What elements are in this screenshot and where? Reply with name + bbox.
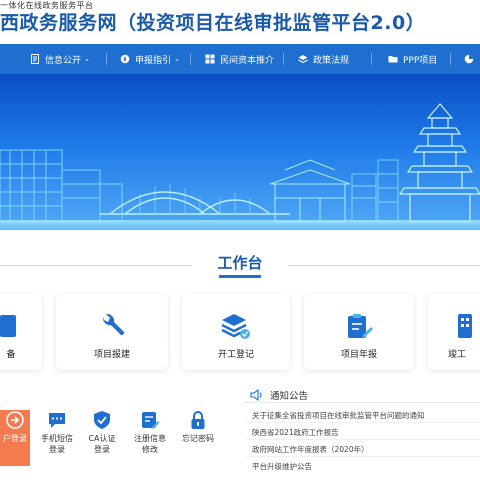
notice-divider (246, 422, 480, 423)
card-label: 备 (6, 350, 16, 360)
nav-divider (283, 53, 284, 65)
message-icon (47, 410, 67, 430)
login-item-account[interactable]: 户登录 (0, 410, 36, 444)
folder-icon (388, 56, 398, 63)
nav-item-policy[interactable]: 政策法规 (298, 44, 349, 74)
card-project-annual-report[interactable]: 项目年报 (304, 294, 414, 370)
site-header: 一体化在线政务服务平台 西政务服务网（投资项目在线审批监管平台2.0） (0, 0, 480, 44)
speaker-icon (250, 389, 262, 401)
card-completion[interactable]: 竣工 (428, 294, 480, 370)
hero-banner (0, 74, 480, 230)
pie-icon (464, 54, 474, 64)
nav-item-private-capital[interactable]: 民间资本推介 (205, 44, 274, 74)
layers-icon (298, 55, 308, 64)
card-start-registration[interactable]: 开工登记 (182, 294, 290, 370)
nav-divider (106, 53, 107, 65)
site-title[interactable]: 西政务服务网（投资项目在线审批监管平台2.0） (0, 8, 425, 35)
layers-check-icon (221, 314, 250, 339)
nav-item-more[interactable] (464, 44, 479, 74)
notice-header-divider (244, 402, 480, 403)
site-title-subtitle: （投资项目在线审批监管平台2.0） (117, 12, 426, 34)
wrench-icon (102, 313, 125, 336)
shield-check-icon (92, 410, 112, 430)
grid-icon (205, 54, 215, 64)
lock-icon (188, 410, 208, 430)
nav-item-info-public[interactable]: 信息公开 ⌄ (30, 44, 90, 74)
city-skyline-illustration (0, 103, 480, 230)
nav-divider (450, 53, 451, 65)
notice-item[interactable]: 平台升级维护公告 (252, 461, 478, 472)
nav-item-label: 民间资本推介 (220, 55, 275, 66)
edit-info-icon (140, 410, 160, 430)
login-item-edit-info[interactable]: 注册信息 修改 (129, 410, 171, 455)
notice-item[interactable]: 关于征集全省投资项目在线审批监管平台问题的通知 (252, 410, 478, 421)
building-icon (458, 314, 472, 338)
login-item-label: 户登录 (3, 434, 27, 443)
nav-item-label: 信息公开 (45, 55, 82, 66)
notice-divider (246, 439, 480, 440)
card-project-construction[interactable]: 项目报建 (56, 294, 168, 370)
main-nav: 信息公开 ⌄ 申报指引 ⌄ 民间资本推介 政策法规 PPP项目 (0, 44, 480, 74)
file-icon (0, 315, 16, 337)
login-item-label: 手机短信 登录 (41, 434, 73, 454)
nav-divider (371, 53, 372, 65)
notice-title: 通知公告 (270, 391, 309, 402)
nav-item-label: PPP项目 (403, 55, 438, 66)
arrow-login-icon (5, 410, 25, 430)
report-edit-icon (348, 314, 373, 338)
card-label: 项目年报 (340, 350, 377, 360)
document-icon (31, 54, 39, 64)
nav-divider (190, 53, 191, 65)
chevron-down-icon: ⌄ (174, 55, 180, 63)
nav-item-guide[interactable]: 申报指引 ⌄ (120, 44, 180, 74)
notice-item[interactable]: 陕西省2021政府工作报告 (252, 427, 478, 438)
card-label: 开工登记 (217, 350, 254, 360)
card-label: 项目报建 (93, 350, 130, 360)
notice-item[interactable]: 政府网站工作年度报表（2020年） (252, 444, 478, 455)
login-item-label: CA认证 登录 (88, 434, 116, 454)
login-item-label: 忘记密码 (182, 434, 214, 443)
login-item-forgot-password[interactable]: 忘记密码 (177, 410, 219, 444)
notice-divider (246, 456, 480, 457)
workbench-title: 工作台 (217, 254, 263, 272)
workbench-title-underline (219, 275, 261, 278)
notice-header: 通知公告 (250, 388, 308, 402)
chevron-down-icon: ⌄ (84, 55, 90, 63)
nav-item-ppp[interactable]: PPP项目 (388, 44, 437, 74)
compass-icon (120, 54, 130, 64)
site-title-main: 西政务服务网 (0, 12, 118, 34)
nav-item-label: 申报指引 (135, 55, 172, 66)
login-item-ca[interactable]: CA认证 登录 (81, 410, 123, 455)
login-item-label: 注册信息 修改 (134, 434, 166, 454)
card-record[interactable]: 备 (0, 294, 42, 370)
card-label: 竣工 (448, 350, 467, 360)
login-item-sms[interactable]: 手机短信 登录 (36, 410, 78, 455)
nav-item-label: 政策法规 (313, 55, 350, 66)
